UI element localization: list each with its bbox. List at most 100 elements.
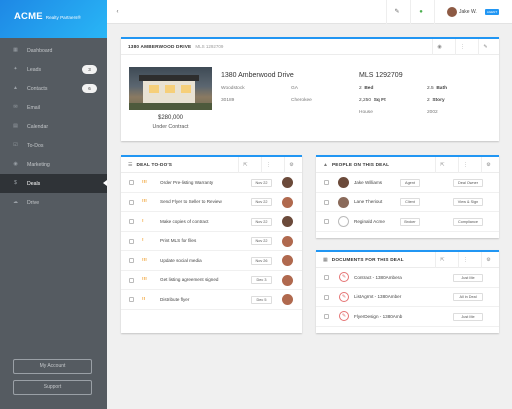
todo-checkbox[interactable] (129, 180, 134, 185)
people-card-header: ▲ PEOPLE ON THIS DEAL ⇱ ⋮ ⚙ (316, 157, 499, 173)
collapse-sidebar-button[interactable]: ‹ (107, 0, 128, 24)
person-role[interactable]: Client (400, 198, 420, 206)
todos-expand-button[interactable]: ⇱ (238, 157, 252, 173)
todo-checkbox[interactable] (129, 238, 134, 244)
document-checkbox[interactable] (324, 314, 329, 319)
sidebar-item-leads[interactable]: ✦ Leads 3 (0, 60, 107, 79)
document-name[interactable]: Contract - 1380Ambera (354, 275, 402, 280)
todo-due-date[interactable]: Dec 3 (251, 276, 272, 284)
todo-row[interactable]: !!! Get listing agreement signed Dec 3 (121, 271, 302, 290)
document-checkbox[interactable] (324, 275, 329, 280)
person-permission[interactable]: View & Sign (453, 198, 483, 206)
person-checkbox[interactable] (324, 199, 329, 205)
person-role[interactable]: Broker (400, 217, 420, 226)
more-vertical-icon: ⋮ (266, 162, 271, 168)
user-name[interactable]: Jake W. (459, 9, 477, 15)
property-photo[interactable] (129, 67, 212, 110)
todo-text[interactable]: Send Flyer to Seller to Review (160, 199, 222, 204)
sidebar-item-dashboard[interactable]: ▦ Dashboard (0, 41, 107, 60)
todo-assignee-avatar[interactable] (282, 177, 293, 188)
todo-assignee-avatar[interactable] (282, 294, 293, 305)
person-checkbox[interactable] (324, 219, 329, 224)
sidebar-item-deals[interactable]: $ Deals (0, 174, 107, 193)
todo-due-date[interactable]: Nov 26 (251, 256, 272, 265)
documents-expand-button[interactable]: ⇱ (435, 252, 449, 268)
sidebar-item-to-dos[interactable]: ☑ To-Dos (0, 136, 107, 155)
brand-sub: Realty Partners® (45, 15, 81, 20)
todo-due-date[interactable]: Dec 5 (251, 295, 272, 304)
person-icon: ▲ (323, 161, 328, 168)
person-permission[interactable]: Compliance (453, 217, 483, 226)
todo-assignee-avatar[interactable] (282, 235, 293, 247)
brand-logo[interactable]: ACME Realty Partners® (0, 0, 107, 38)
todo-text[interactable]: Update social media (160, 258, 202, 263)
todo-due-date[interactable]: Nov 22 (251, 178, 272, 187)
todo-checkbox[interactable] (129, 297, 134, 302)
person-name[interactable]: Reginald Acme (354, 219, 385, 224)
person-name[interactable]: Jake Williams (354, 180, 382, 185)
todo-assignee-avatar[interactable] (282, 274, 293, 286)
document-checkbox[interactable] (324, 294, 329, 300)
people-expand-button[interactable]: ⇱ (435, 157, 449, 173)
people-more-button[interactable]: ⋮ (458, 157, 472, 173)
pdf-icon: ✎ (339, 291, 349, 302)
todo-due-date[interactable]: Nov 22 (251, 217, 272, 226)
documents-more-button[interactable]: ⋮ (458, 252, 472, 268)
person-name[interactable]: Lane Theriout (354, 199, 382, 204)
sidebar-item-drive[interactable]: ☁ Drive (0, 193, 107, 212)
todo-due-date[interactable]: Nov 22 (251, 198, 272, 206)
todo-assignee-avatar[interactable] (282, 196, 293, 208)
person-row[interactable]: Jake Williams Agent Deal Owner (316, 173, 499, 193)
todo-priority: !!! (142, 257, 147, 263)
person-checkbox[interactable] (324, 180, 329, 185)
todo-row[interactable]: ! Print MLS for files Nov 22 (121, 232, 302, 251)
todo-row[interactable]: !! Distribute flyer Dec 5 (121, 290, 302, 310)
todo-text[interactable]: Get listing agreement signed (160, 277, 218, 282)
todo-checkbox[interactable] (129, 277, 134, 283)
email-icon: ✉ (13, 104, 18, 110)
document-visibility[interactable]: Just Me (453, 312, 483, 321)
more-button[interactable]: ⋮ (455, 39, 469, 55)
todo-assignee-avatar[interactable] (282, 216, 293, 227)
todo-text[interactable]: Distribute flyer (160, 297, 189, 302)
document-row[interactable]: ✎ ListAgrmt - 1380Amber All in Deal (316, 288, 499, 307)
document-visibility[interactable]: Just Me (453, 273, 483, 282)
todo-checkbox[interactable] (129, 219, 134, 224)
person-role[interactable]: Agent (400, 178, 420, 187)
people-settings-button[interactable]: ⚙ (481, 157, 495, 173)
todo-assignee-avatar[interactable] (282, 255, 293, 266)
todo-checkbox[interactable] (129, 199, 134, 205)
my-account-button[interactable]: My Account (13, 359, 92, 374)
person-permission[interactable]: Deal Owner (453, 178, 483, 187)
person-row[interactable]: Reginald Acme Broker Compliance (316, 212, 499, 232)
todo-text[interactable]: Print MLS for files (160, 238, 196, 243)
todo-due-date[interactable]: Nov 22 (251, 237, 272, 245)
document-row[interactable]: ✎ Contract - 1380Ambera Just Me (316, 268, 499, 288)
sidebar-item-calendar[interactable]: ▤ Calendar (0, 117, 107, 136)
document-row[interactable]: ✎ FlyerDesign - 1380Amb Just Me (316, 307, 499, 327)
edit-property-button[interactable]: ✎ (478, 39, 492, 55)
person-row[interactable]: Lane Theriout Client View & Sign (316, 193, 499, 212)
todo-text[interactable]: Make copies of contract (160, 219, 209, 224)
sidebar-item-email[interactable]: ✉ Email (0, 98, 107, 117)
support-button[interactable]: Support (13, 380, 92, 395)
document-name[interactable]: ListAgrmt - 1380Amber (354, 294, 401, 299)
view-button[interactable]: ◉ (432, 39, 446, 55)
todo-priority: !!! (142, 277, 147, 283)
sidebar-item-marketing[interactable]: ◉ Marketing (0, 155, 107, 174)
document-visibility[interactable]: All in Deal (453, 293, 483, 301)
documents-settings-button[interactable]: ⚙ (481, 252, 495, 268)
todo-row[interactable]: !!! Update social media Nov 26 (121, 251, 302, 271)
edit-button[interactable]: ✎ (386, 0, 407, 24)
todo-row[interactable]: !!! Order Pre-listing Warranty Nov 22 (121, 173, 302, 193)
todo-text[interactable]: Order Pre-listing Warranty (160, 180, 213, 185)
todos-settings-button[interactable]: ⚙ (284, 157, 298, 173)
todo-checkbox[interactable] (129, 258, 134, 263)
todo-row[interactable]: !!! Send Flyer to Seller to Review Nov 22 (121, 193, 302, 212)
sidebar-item-contacts[interactable]: ▲ Contacts 6 (0, 79, 107, 98)
document-name[interactable]: FlyerDesign - 1380Amb (354, 314, 402, 319)
notifications-button[interactable]: ● (410, 0, 431, 24)
user-avatar[interactable] (447, 7, 457, 17)
todo-row[interactable]: ! Make copies of contract Nov 22 (121, 212, 302, 232)
todos-more-button[interactable]: ⋮ (261, 157, 275, 173)
